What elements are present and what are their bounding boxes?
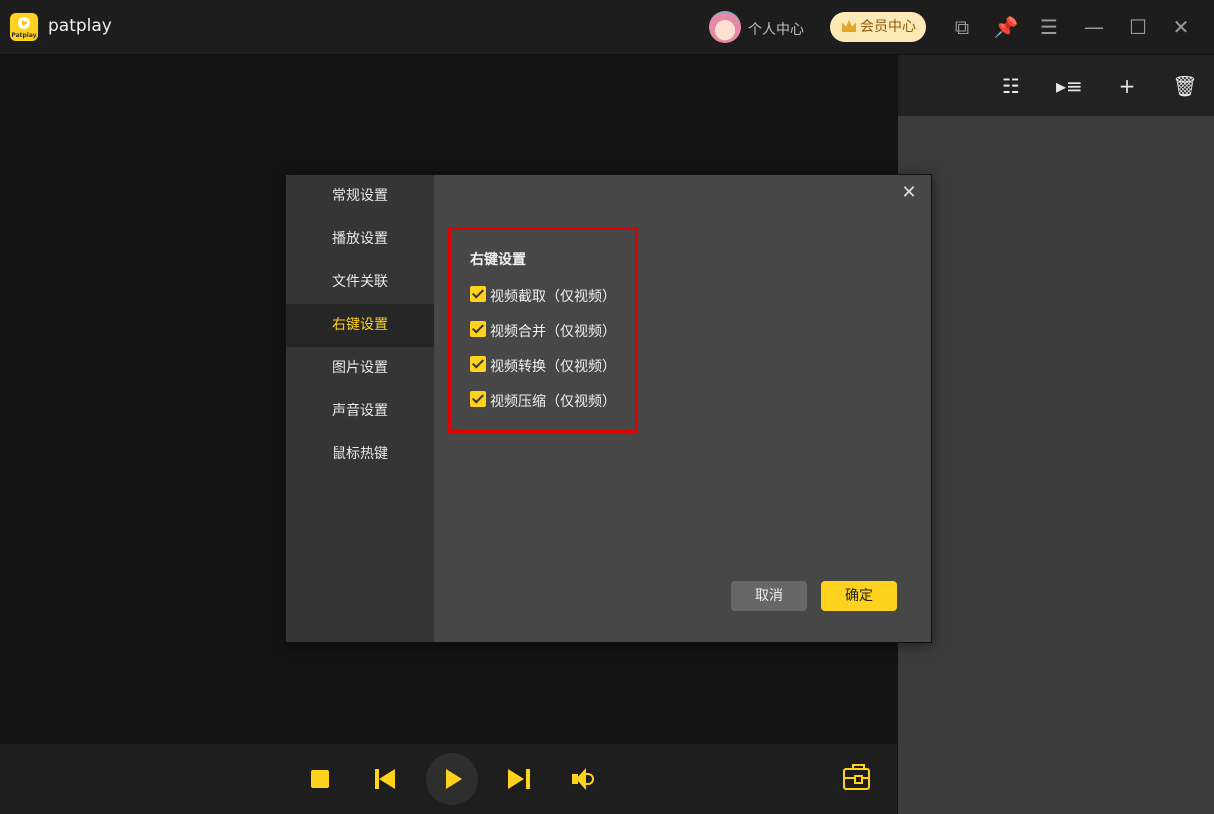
crown-icon: [842, 20, 856, 32]
logo-text: Patplay: [11, 32, 37, 39]
close-window-icon[interactable]: ✕: [1168, 14, 1194, 40]
nav-mouse-hotkeys[interactable]: 鼠标热键: [286, 433, 434, 476]
avatar[interactable]: [709, 11, 741, 43]
dialog-close-icon[interactable]: ✕: [899, 183, 919, 203]
app-title: patplay: [48, 16, 112, 36]
app-logo-icon: Patplay: [10, 13, 38, 41]
minimize-icon[interactable]: —: [1081, 14, 1107, 40]
play-list-icon[interactable]: ▸≡: [1056, 73, 1083, 99]
nav-context-menu[interactable]: 右键设置: [286, 304, 434, 347]
profile-center-link[interactable]: 个人中心: [748, 19, 804, 39]
option-label: 视频压缩（仅视频）: [490, 394, 616, 410]
maximize-icon[interactable]: ☐: [1125, 14, 1151, 40]
cancel-button[interactable]: 取消: [731, 581, 807, 611]
nav-sound[interactable]: 声音设置: [286, 390, 434, 433]
nav-image[interactable]: 图片设置: [286, 347, 434, 390]
playlist-toolbar: ☷ ▸≡ + 🗑: [898, 55, 1214, 116]
option-label: 视频转换（仅视频）: [490, 359, 616, 375]
nav-file-association[interactable]: 文件关联: [286, 261, 434, 304]
section-title: 右键设置: [470, 252, 526, 268]
nav-general[interactable]: 常规设置: [286, 175, 434, 218]
option-label: 视频合并（仅视频）: [490, 324, 616, 340]
settings-dialog: 常规设置 播放设置 文件关联 右键设置 图片设置 声音设置 鼠标热键 ✕ 右键设…: [285, 174, 932, 643]
playback-controls: [0, 744, 897, 814]
delete-icon[interactable]: 🗑: [1172, 73, 1198, 99]
vip-center-button[interactable]: 会员中心: [830, 12, 926, 42]
next-icon[interactable]: [508, 769, 530, 789]
checkbox-checked-icon[interactable]: [470, 321, 486, 337]
checkbox-checked-icon[interactable]: [470, 391, 486, 407]
title-bar: Patplay patplay 个人中心 会员中心 ⧉ 📌 ☰ — ☐ ✕: [0, 0, 1214, 55]
play-icon[interactable]: [426, 753, 478, 805]
confirm-button[interactable]: 确定: [821, 581, 897, 611]
playlist-panel: ☷ ▸≡ + 🗑: [898, 55, 1214, 814]
volume-icon[interactable]: [572, 768, 596, 790]
settings-nav: 常规设置 播放设置 文件关联 右键设置 图片设置 声音设置 鼠标热键: [286, 175, 434, 642]
option-label: 视频截取（仅视频）: [490, 289, 616, 305]
vip-center-label: 会员中心: [860, 19, 916, 35]
toolbox-icon[interactable]: [843, 764, 870, 790]
mini-mode-icon[interactable]: ⧉: [949, 14, 975, 40]
menu-icon[interactable]: ☰: [1036, 14, 1062, 40]
add-icon[interactable]: +: [1114, 73, 1140, 99]
previous-icon[interactable]: [375, 769, 397, 789]
list-view-icon[interactable]: ☷: [998, 73, 1024, 99]
checkbox-checked-icon[interactable]: [470, 286, 486, 302]
nav-playback[interactable]: 播放设置: [286, 218, 434, 261]
checkbox-checked-icon[interactable]: [470, 356, 486, 372]
pin-icon[interactable]: 📌: [993, 14, 1019, 40]
stop-icon[interactable]: [311, 770, 329, 788]
